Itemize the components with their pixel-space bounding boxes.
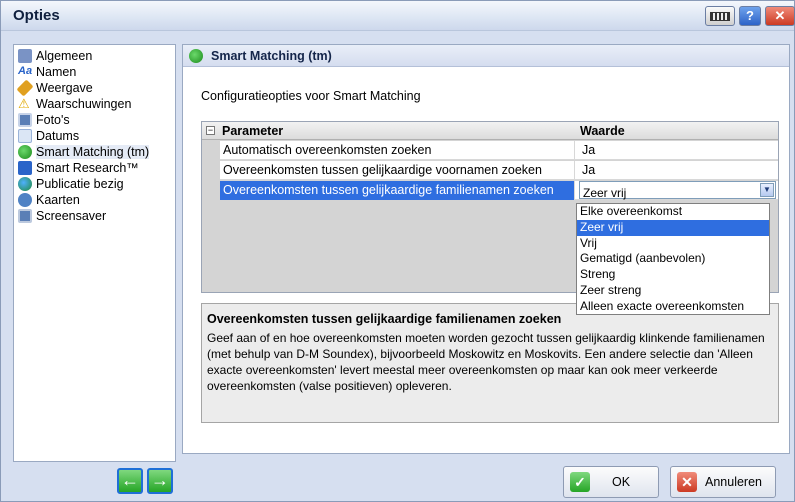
title-bar: Opties ? ✕	[1, 1, 795, 31]
param-name: Overeenkomsten tussen gelijkaardige fami…	[220, 181, 575, 200]
section-title: Smart Matching (tm)	[211, 49, 332, 63]
sidebar-item-smart-research[interactable]: Smart Research™	[18, 160, 139, 176]
smart-matching-icon	[189, 49, 203, 63]
help-panel: Overeenkomsten tussen gelijkaardige fami…	[201, 303, 779, 423]
ok-label: OK	[612, 475, 631, 489]
options-sidebar: Algemeen Aa Namen Weergave ⚠ Waarschuwin…	[13, 44, 176, 462]
table-row[interactable]: Automatisch overeenkomsten zoeken Ja	[220, 141, 778, 160]
table-row-selected[interactable]: Overeenkomsten tussen gelijkaardige fami…	[220, 181, 778, 200]
section-header: Smart Matching (tm)	[183, 45, 789, 67]
cancel-label: Annuleren	[705, 475, 762, 489]
dropdown-option[interactable]: Alleen exacte overeenkomsten	[577, 299, 769, 315]
keyboard-icon[interactable]	[705, 6, 735, 26]
font-aa-icon: Aa	[18, 65, 33, 77]
sidebar-item-screensaver[interactable]: Screensaver	[18, 208, 106, 224]
param-value[interactable]: Ja	[579, 141, 778, 160]
param-value[interactable]: Ja	[579, 161, 778, 180]
warning-triangle-icon: ⚠	[18, 96, 30, 111]
smart-research-icon	[18, 161, 32, 175]
sidebar-item-kaarten[interactable]: Kaarten	[18, 192, 80, 208]
dropdown-option-selected[interactable]: Zeer vrij	[577, 219, 769, 236]
dropdown-option[interactable]: Gematigd (aanbevolen)	[577, 251, 769, 267]
sidebar-item-weergave[interactable]: Weergave	[16, 79, 93, 97]
dropdown-option[interactable]: Zeer streng	[577, 283, 769, 299]
collapse-toggle-icon[interactable]: −	[206, 126, 215, 135]
cancel-x-icon: ✕	[677, 472, 697, 492]
window-title: Opties	[13, 7, 60, 24]
dropdown-option[interactable]: Elke overeenkomst	[577, 204, 769, 220]
map-icon	[18, 193, 32, 207]
combobox-value: Zeer vrij	[583, 186, 627, 200]
param-name: Overeenkomsten tussen gelijkaardige voor…	[220, 161, 575, 180]
dropdown-option[interactable]: Streng	[577, 267, 769, 283]
chevron-down-icon[interactable]: ▼	[760, 183, 774, 197]
globe-icon	[18, 177, 32, 191]
close-button[interactable]: ✕	[765, 6, 795, 26]
sidebar-item-publicatie-bezig[interactable]: Publicatie bezig	[18, 176, 124, 192]
forward-arrow-button[interactable]: →	[147, 468, 173, 494]
back-arrow-button[interactable]: ←	[117, 468, 143, 494]
table-row[interactable]: Overeenkomsten tussen gelijkaardige voor…	[220, 161, 778, 180]
sidebar-item-datums[interactable]: Datums	[18, 128, 79, 144]
calendar-icon	[18, 129, 32, 143]
param-name: Automatisch overeenkomsten zoeken	[220, 141, 575, 160]
column-header-value: Waarde	[580, 124, 625, 138]
grid-header: − Parameter Waarde	[202, 122, 778, 140]
paint-brush-icon	[16, 79, 34, 97]
checkmark-icon: ✓	[570, 472, 590, 492]
options-dialog: Opties ? ✕ Algemeen Aa Namen Weergave ⚠ …	[0, 0, 795, 502]
photo-frame-icon	[18, 113, 32, 127]
section-description: Configuratieopties voor Smart Matching	[201, 89, 421, 103]
help-title: Overeenkomsten tussen gelijkaardige fami…	[207, 312, 562, 326]
monitor-icon	[18, 209, 32, 223]
sidebar-item-namen[interactable]: Aa Namen	[18, 64, 76, 80]
value-dropdown-list: Elke overeenkomst Zeer vrij Vrij Gematig…	[576, 203, 770, 315]
cancel-button[interactable]: ✕ Annuleren	[670, 466, 776, 498]
general-settings-icon	[18, 49, 32, 63]
ok-button[interactable]: ✓ OK	[563, 466, 659, 498]
sidebar-item-waarschuwingen[interactable]: ⚠ Waarschuwingen	[18, 96, 131, 112]
param-value-cell: Zeer vrij ▼	[579, 181, 778, 200]
help-button[interactable]: ?	[739, 6, 761, 26]
column-header-parameter: Parameter	[222, 124, 284, 138]
sidebar-item-algemeen[interactable]: Algemeen	[18, 48, 92, 64]
sidebar-item-smart-matching[interactable]: Smart Matching (tm)	[18, 144, 150, 160]
sidebar-item-fotos[interactable]: Foto's	[18, 112, 70, 128]
dropdown-option[interactable]: Vrij	[577, 236, 769, 252]
help-text: Geef aan of en hoe overeenkomsten moeten…	[207, 331, 765, 393]
value-combobox[interactable]: Zeer vrij ▼	[579, 181, 776, 200]
smart-matching-icon	[18, 145, 32, 159]
